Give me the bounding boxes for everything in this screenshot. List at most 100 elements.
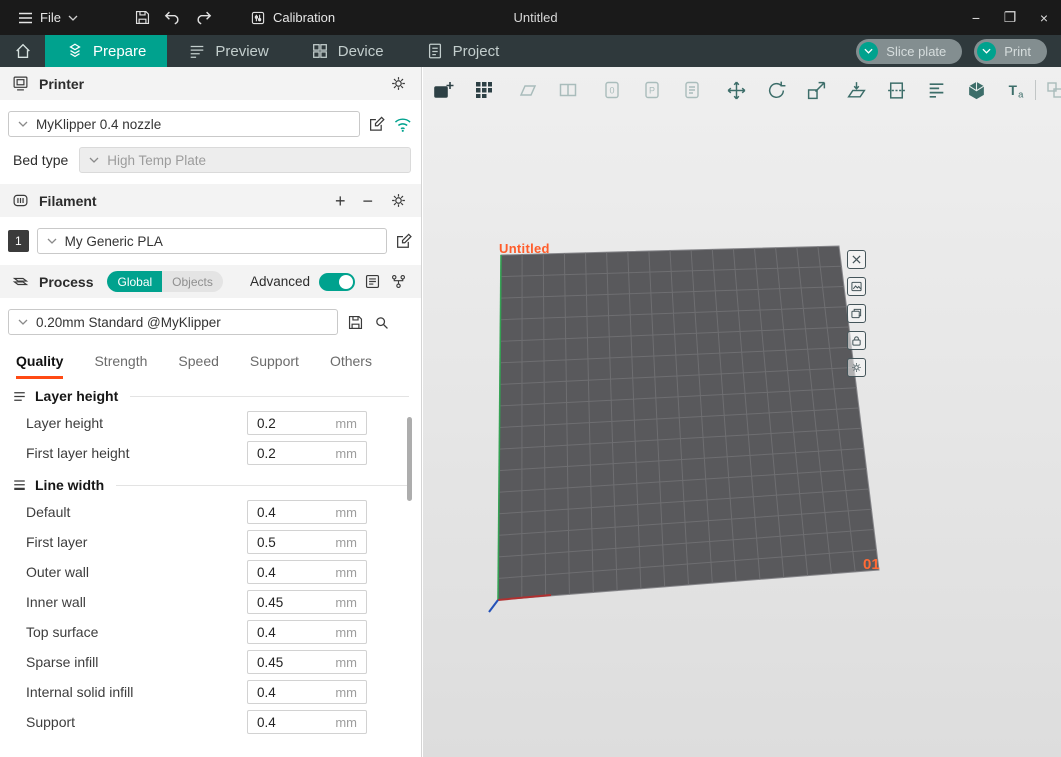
filament-preset-value: My Generic PLA bbox=[65, 234, 163, 249]
calibration-button[interactable]: Calibration bbox=[240, 5, 345, 31]
text-tool-button[interactable]: Ta bbox=[1003, 77, 1029, 103]
tab-project[interactable]: Project bbox=[405, 35, 521, 67]
group-line-width: Line width bbox=[0, 468, 421, 497]
delete-plate-button[interactable] bbox=[847, 250, 866, 269]
save-button[interactable] bbox=[128, 5, 158, 31]
tab-preview[interactable]: Preview bbox=[167, 35, 289, 67]
param-value-input[interactable] bbox=[248, 595, 320, 610]
group-layer-height: Layer height bbox=[0, 379, 421, 408]
edit-printer-icon[interactable] bbox=[368, 115, 386, 133]
printer-preset-combo[interactable]: MyKlipper 0.4 nozzle bbox=[8, 111, 360, 137]
printer-settings-gear-icon[interactable] bbox=[390, 75, 407, 92]
advanced-toggle[interactable] bbox=[319, 273, 355, 291]
ptab-strength[interactable]: Strength bbox=[94, 343, 147, 379]
search-preset-icon[interactable] bbox=[373, 314, 390, 331]
param-value-input[interactable] bbox=[248, 505, 320, 520]
wifi-connection-icon[interactable] bbox=[393, 116, 413, 133]
plate-action-buttons bbox=[847, 250, 866, 377]
svg-text:a: a bbox=[1018, 89, 1024, 100]
filament-preset-combo[interactable]: My Generic PLA bbox=[37, 228, 388, 254]
move-button[interactable] bbox=[723, 77, 749, 103]
ptab-speed[interactable]: Speed bbox=[178, 343, 218, 379]
param-value-input[interactable] bbox=[248, 446, 320, 461]
close-button[interactable]: × bbox=[1027, 0, 1061, 35]
param-unit: mm bbox=[335, 446, 366, 461]
bed-type-combo[interactable]: High Temp Plate bbox=[79, 147, 411, 173]
param-value-input[interactable] bbox=[248, 625, 320, 640]
add-filament-button[interactable]: + bbox=[335, 192, 346, 210]
param-row-outer-wall: Outer wall mm bbox=[0, 557, 421, 587]
print-dropdown-icon[interactable] bbox=[977, 42, 996, 61]
rotate-button[interactable] bbox=[763, 77, 789, 103]
plate-settings-button[interactable] bbox=[847, 358, 866, 377]
assembly-view-button[interactable] bbox=[1042, 77, 1061, 103]
ptab-quality[interactable]: Quality bbox=[16, 343, 63, 379]
lay-on-face-icon bbox=[846, 80, 867, 101]
lay-on-face-button[interactable] bbox=[843, 77, 869, 103]
filament-settings-gear-icon[interactable] bbox=[390, 192, 407, 209]
param-input: mm bbox=[247, 560, 367, 584]
param-value-input[interactable] bbox=[248, 416, 320, 431]
add-plate-button[interactable] bbox=[431, 77, 457, 103]
p-badge-button[interactable]: P bbox=[639, 77, 665, 103]
slice-plate-button[interactable]: Slice plate bbox=[856, 39, 962, 64]
arrange-all-button[interactable] bbox=[471, 77, 497, 103]
remove-filament-button[interactable]: − bbox=[362, 192, 373, 210]
plate-arrange-button[interactable] bbox=[847, 277, 866, 296]
edit-filament-icon[interactable] bbox=[395, 232, 413, 250]
sidebar-scrollbar-thumb[interactable] bbox=[407, 417, 412, 501]
text-tool-icon: Ta bbox=[1006, 80, 1027, 101]
zero-badge-button[interactable]: 0 bbox=[599, 77, 625, 103]
scale-button[interactable] bbox=[803, 77, 829, 103]
param-value-input[interactable] bbox=[248, 565, 320, 580]
minimize-button[interactable]: − bbox=[959, 0, 993, 35]
save-preset-icon[interactable] bbox=[347, 314, 364, 331]
param-value-input[interactable] bbox=[248, 715, 320, 730]
combo-chevron-icon bbox=[89, 157, 99, 163]
viewport-3d[interactable]: 0 P bbox=[423, 67, 1061, 757]
mesh-boolean-icon bbox=[966, 80, 987, 101]
lines-badge-button[interactable] bbox=[679, 77, 705, 103]
param-value-input[interactable] bbox=[248, 535, 320, 550]
mesh-boolean-button[interactable] bbox=[963, 77, 989, 103]
param-input: mm bbox=[247, 590, 367, 614]
ptab-support[interactable]: Support bbox=[250, 343, 299, 379]
param-value-input[interactable] bbox=[248, 685, 320, 700]
variable-layer-height-button[interactable] bbox=[923, 77, 949, 103]
file-menu-button[interactable]: File bbox=[10, 6, 86, 29]
menu-icon bbox=[18, 12, 33, 24]
ptab-others[interactable]: Others bbox=[330, 343, 372, 379]
redo-button[interactable] bbox=[188, 5, 218, 31]
build-plate-canvas[interactable] bbox=[423, 67, 1061, 757]
print-button[interactable]: Print bbox=[974, 39, 1047, 64]
plate-name-label[interactable]: Untitled bbox=[499, 241, 550, 256]
param-value-input[interactable] bbox=[248, 655, 320, 670]
param-input: mm bbox=[247, 620, 367, 644]
filament-slot-badge[interactable]: 1 bbox=[8, 230, 29, 252]
printer-preset-row: MyKlipper 0.4 nozzle bbox=[0, 100, 421, 142]
undo-button[interactable] bbox=[158, 5, 188, 31]
home-button[interactable] bbox=[0, 35, 45, 67]
auto-orient-icon bbox=[518, 80, 538, 100]
print-label: Print bbox=[1004, 44, 1031, 59]
layer-height-group-icon bbox=[12, 389, 27, 404]
plate-list-button[interactable] bbox=[847, 304, 866, 323]
tab-prepare[interactable]: Prepare bbox=[45, 35, 167, 67]
scale-icon bbox=[806, 80, 827, 101]
process-flow-icon[interactable] bbox=[390, 273, 407, 290]
cut-button[interactable] bbox=[883, 77, 909, 103]
split-window-button[interactable] bbox=[555, 77, 581, 103]
bed-type-row: Bed type High Temp Plate bbox=[0, 142, 421, 184]
scope-objects-button[interactable]: Objects bbox=[162, 271, 223, 292]
param-input: mm bbox=[247, 650, 367, 674]
auto-orient-button[interactable] bbox=[515, 77, 541, 103]
tab-device[interactable]: Device bbox=[290, 35, 405, 67]
parameter-list-icon[interactable] bbox=[364, 273, 381, 290]
lock-plate-button[interactable] bbox=[847, 331, 866, 350]
param-row-internal-solid-infill: Internal solid infill mm bbox=[0, 677, 421, 707]
process-preset-combo[interactable]: 0.20mm Standard @MyKlipper bbox=[8, 309, 338, 335]
maximize-button[interactable]: ❐ bbox=[993, 0, 1027, 35]
line-width-group-icon bbox=[12, 478, 27, 493]
slice-dropdown-icon[interactable] bbox=[859, 42, 878, 61]
scope-global-button[interactable]: Global bbox=[107, 271, 162, 292]
